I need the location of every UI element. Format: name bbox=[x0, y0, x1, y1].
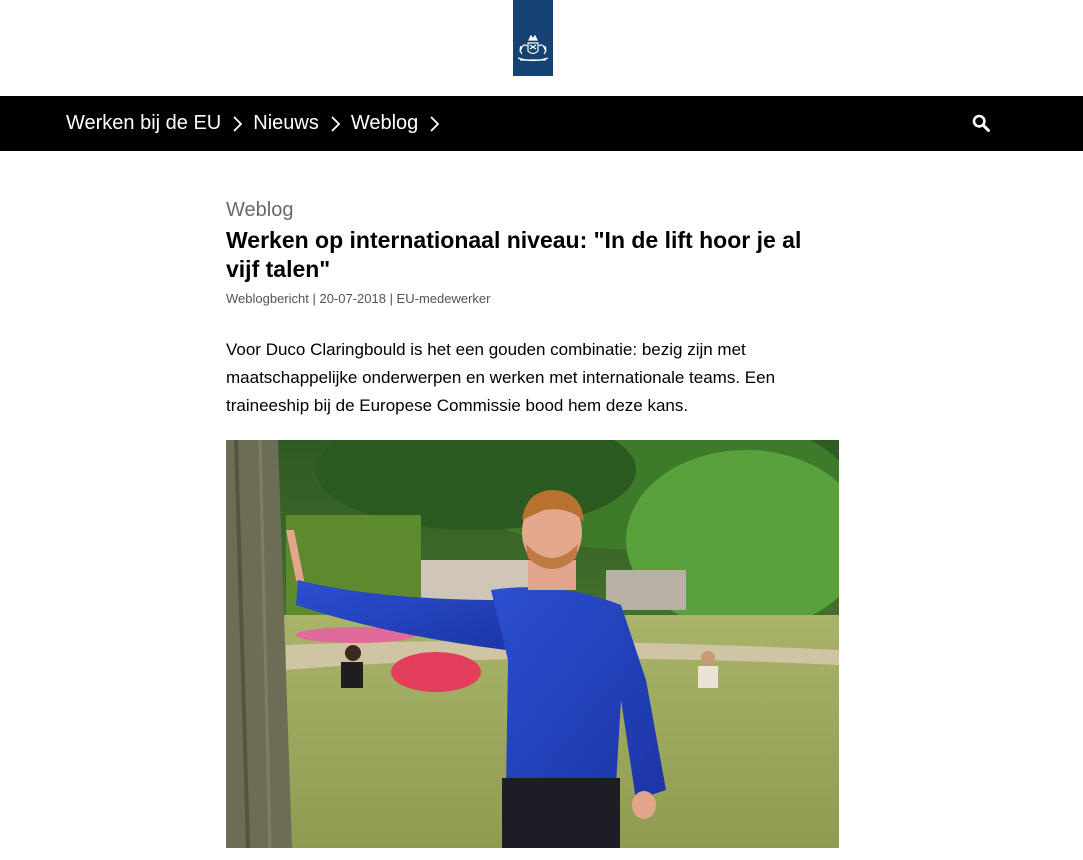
coat-of-arms-icon bbox=[517, 34, 549, 62]
article-photo bbox=[226, 440, 839, 848]
breadcrumb-werken-bij-de-eu[interactable]: Werken bij de EU bbox=[66, 112, 221, 135]
breadcrumb-weblog[interactable]: Weblog bbox=[351, 112, 418, 135]
chevron-right-icon bbox=[331, 115, 340, 132]
government-logo[interactable] bbox=[513, 0, 553, 76]
article-intro: Voor Duco Claringbould is het een gouden… bbox=[226, 340, 776, 415]
article-meta: Weblogbericht | 20-07-2018 | EU-medewerk… bbox=[226, 291, 491, 306]
search-icon bbox=[972, 114, 990, 132]
logo-bar bbox=[0, 0, 1083, 96]
search-button[interactable] bbox=[968, 110, 994, 136]
navigation-bar: Werken bij de EU Nieuws Weblog bbox=[0, 96, 1083, 151]
article-category: Weblog bbox=[226, 199, 294, 221]
chevron-right-icon bbox=[233, 115, 243, 132]
article: Weblog Werken op internationaal niveau: … bbox=[226, 196, 840, 437]
breadcrumb-nieuws[interactable]: Nieuws bbox=[253, 112, 319, 135]
breadcrumb: Werken bij de EU Nieuws Weblog bbox=[66, 96, 450, 151]
chevron-right-icon bbox=[430, 115, 440, 132]
article-title: Werken op internationaal niveau: "In de … bbox=[226, 227, 802, 282]
